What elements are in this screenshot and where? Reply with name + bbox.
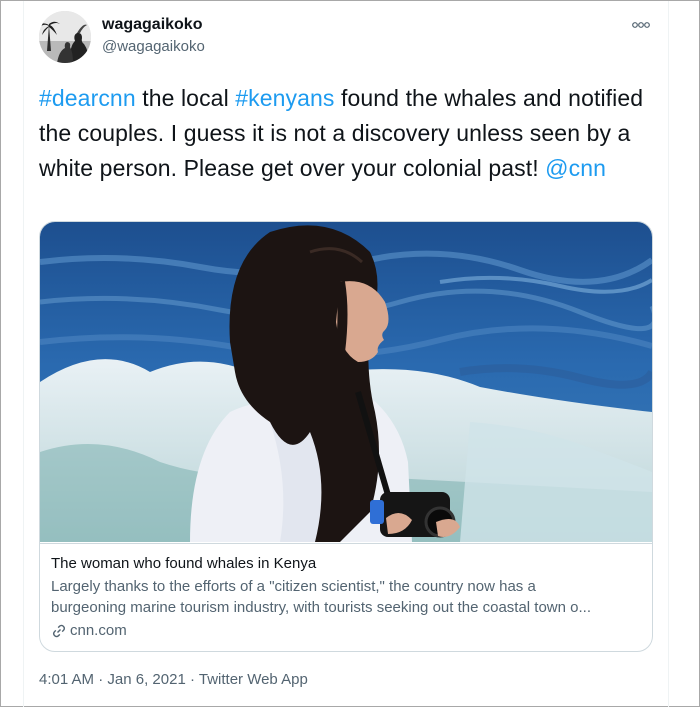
link-icon xyxy=(52,624,66,638)
tweet-text-segment: the local xyxy=(135,85,236,111)
user-name-block[interactable]: wagagaikoko @wagagaikoko xyxy=(102,15,205,57)
tweet-time[interactable]: 4:01 AM xyxy=(39,671,94,688)
card-description-line: Largely thanks to the efforts of a "citi… xyxy=(51,578,536,595)
link-card[interactable]: The woman who found whales in Kenya Larg… xyxy=(39,221,653,652)
woman-on-boat-photo-icon xyxy=(40,222,652,542)
card-body[interactable]: The woman who found whales in Kenya Larg… xyxy=(40,543,652,651)
tweet-date[interactable]: Jan 6, 2021 xyxy=(107,671,185,688)
tweet-source: Twitter Web App xyxy=(198,671,308,688)
tweet-text: #dearcnn the local #kenyans found the wh… xyxy=(39,81,659,186)
card-description: Largely thanks to the efforts of a "citi… xyxy=(51,576,647,618)
user-handle[interactable]: @wagagaikoko xyxy=(102,37,205,57)
mention-cnn[interactable]: @cnn xyxy=(545,155,606,181)
card-domain[interactable]: cnn.com xyxy=(51,621,641,641)
more-options-button[interactable] xyxy=(629,15,653,35)
hashtag-dearcnn[interactable]: #dearcnn xyxy=(39,85,136,111)
avatar-beach-silhouette-icon xyxy=(39,11,91,63)
card-domain-text[interactable]: cnn.com xyxy=(70,621,127,641)
avatar[interactable] xyxy=(39,11,91,63)
card-title[interactable]: The woman who found whales in Kenya xyxy=(51,554,641,574)
separator: · xyxy=(94,671,108,688)
display-name[interactable]: wagagaikoko xyxy=(102,15,205,35)
separator: · xyxy=(185,671,199,688)
card-image[interactable] xyxy=(40,222,652,542)
card-description-line: burgeoning marine tourism industry, with… xyxy=(51,599,591,616)
hashtag-kenyans[interactable]: #kenyans xyxy=(235,85,334,111)
more-options-icon xyxy=(632,22,650,28)
tweet-frame: wagagaikoko @wagagaikoko #dearcnn the lo… xyxy=(0,0,700,707)
tweet-metadata: 4:01 AM · Jan 6, 2021 · Twitter Web App xyxy=(39,669,308,691)
